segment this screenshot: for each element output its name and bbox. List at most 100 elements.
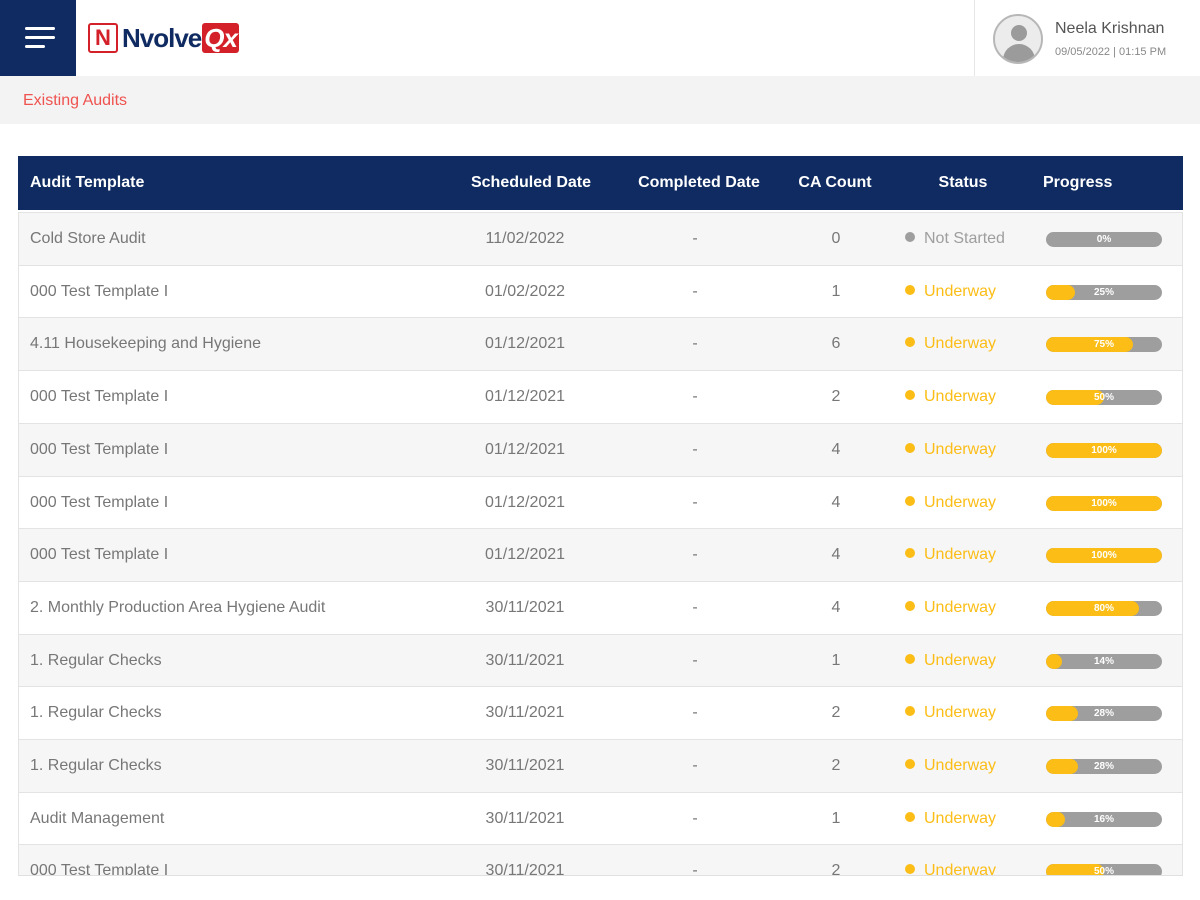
audit-template-cell[interactable]: 000 Test Template I (30, 424, 168, 476)
progress-bar: 0% (1046, 232, 1162, 247)
status-label: Underway (924, 388, 997, 406)
status-label: Underway (924, 862, 997, 876)
audit-template-cell[interactable]: 4.11 Housekeeping and Hygiene (30, 318, 261, 370)
audit-template-cell[interactable]: Cold Store Audit (30, 213, 146, 265)
completed-date-cell: - (692, 651, 698, 669)
progress-label: 100% (1091, 550, 1117, 562)
completed-date-cell: - (692, 598, 698, 616)
status-dot-icon (905, 284, 915, 295)
scheduled-date-cell: 30/11/2021 (485, 704, 565, 722)
status-dot-icon (905, 811, 915, 822)
logo-n-mark: N (88, 23, 118, 53)
progress-bar: 50% (1046, 390, 1162, 406)
ca-count-cell: 4 (831, 546, 841, 564)
status-cell: Underway (905, 687, 996, 739)
col-audit-template[interactable]: Audit Template (30, 156, 144, 210)
status-label: Underway (924, 809, 997, 827)
progress-bar: 50% (1046, 864, 1162, 876)
status-cell: Underway (905, 845, 997, 876)
completed-date-cell: - (692, 230, 698, 247)
table-row[interactable]: 000 Test Template I 01/02/2022 - 1 Underway 2… (18, 264, 1183, 318)
scheduled-date-cell: 30/11/2021 (485, 757, 565, 774)
progress-bar: 100% (1046, 442, 1162, 458)
table-row[interactable]: 1. Regular Checks 30/11/2021 - 2 Underway 28% (18, 686, 1183, 740)
progress-bar: 14% (1046, 653, 1162, 669)
status-label: Underway (924, 282, 997, 300)
top-bar: N Nvolve Qx Neela Krishnan 09/05/2022 | 0… (0, 0, 1200, 76)
table-row[interactable]: 2. Monthly Production Area Hygiene Audit… (18, 580, 1183, 634)
ca-count-cell: 2 (831, 704, 841, 722)
audit-template-cell[interactable]: 000 Test Template I (30, 371, 168, 423)
completed-date-cell: - (692, 862, 698, 876)
audit-template-cell[interactable]: 000 Test Template I (30, 477, 168, 529)
table-row[interactable]: 4.11 Housekeeping and Hygiene 01/12/2021 -… (18, 317, 1183, 371)
table-row[interactable]: Cold Store Audit 11/02/2022 - 0 Not Started 0… (18, 212, 1183, 265)
status-dot-icon (905, 653, 915, 664)
progress-bar: 28% (1046, 759, 1162, 774)
logo-wordmark: Nvolve Qx (122, 22, 239, 54)
status-cell: Underway (905, 793, 996, 845)
status-dot-icon (905, 337, 915, 348)
ca-count-cell: 2 (831, 757, 841, 774)
ca-count-cell: 4 (831, 598, 841, 616)
table-row[interactable]: 000 Test Template I 01/12/2021 - 4 Underway 1… (18, 475, 1183, 529)
table-row[interactable]: Audit Management 30/11/2021 - 1 Underway 16% (18, 791, 1183, 845)
audit-template-cell[interactable]: 000 Test Template I (30, 529, 168, 581)
ca-count-cell: 0 (831, 230, 841, 247)
completed-date-cell: - (692, 546, 698, 564)
audit-template-cell[interactable]: 000 Test Template I (30, 845, 168, 875)
ca-count-cell: 4 (831, 493, 841, 511)
breadcrumb-bar: Existing Audits (0, 76, 1200, 124)
table-row[interactable]: 000 Test Template I 30/11/2021 - 2 Underway 5… (18, 844, 1183, 876)
audit-template-cell[interactable]: Audit Management (30, 793, 164, 845)
col-progress[interactable]: Progress (1043, 156, 1112, 210)
status-label: Underway (924, 546, 997, 564)
breadcrumb[interactable]: Existing Audits (23, 92, 127, 110)
status-cell: Underway (905, 266, 996, 318)
scheduled-date-cell: 01/02/2022 (484, 282, 566, 300)
ca-count-cell: 1 (831, 809, 841, 827)
status-cell: Underway (905, 371, 996, 423)
progress-label: 50% (1093, 866, 1114, 876)
user-datetime: 09/05/2022 | 01:15 PM (1055, 46, 1167, 58)
col-scheduled-date[interactable]: Scheduled Date (454, 156, 608, 210)
audit-template-cell[interactable]: 000 Test Template I (30, 266, 168, 318)
scheduled-date-cell: 01/12/2021 (484, 493, 566, 511)
menu-button[interactable] (0, 0, 76, 76)
status-cell: Underway (905, 477, 996, 529)
user-avatar-icon[interactable] (993, 14, 1043, 64)
table-row[interactable]: 1. Regular Checks 30/11/2021 - 1 Underway 14% (18, 633, 1183, 687)
status-dot-icon (905, 495, 915, 506)
hamburger-icon-line (25, 45, 45, 48)
scheduled-date-cell: 30/11/2021 (485, 862, 565, 876)
scheduled-date-cell: 30/11/2021 (485, 598, 565, 616)
col-ca-count[interactable]: CA Count (785, 156, 885, 210)
audit-template-cell[interactable]: 2. Monthly Production Area Hygiene Audit (30, 582, 325, 634)
col-status[interactable]: Status (913, 156, 1013, 210)
scheduled-date-cell: 01/12/2021 (484, 440, 566, 458)
user-name: Neela Krishnan (1055, 20, 1165, 37)
progress-label: 28% (1093, 708, 1114, 720)
status-cell: Not Started (905, 213, 1005, 265)
status-label: Underway (924, 757, 997, 774)
progress-bar: 100% (1046, 548, 1162, 564)
table-row[interactable]: 000 Test Template I 01/12/2021 - 4 Underway 1… (18, 422, 1183, 476)
app-logo[interactable]: N Nvolve Qx (88, 22, 239, 54)
progress-bar: 25% (1046, 284, 1162, 300)
status-cell: Underway (905, 424, 996, 476)
audit-template-cell[interactable]: 1. Regular Checks (30, 740, 162, 792)
progress-bar: 100% (1046, 495, 1162, 511)
progress-label: 25% (1093, 286, 1114, 298)
audit-template-cell[interactable]: 1. Regular Checks (30, 635, 162, 687)
table-row[interactable]: 000 Test Template I 01/12/2021 - 4 Underway 1… (18, 528, 1183, 582)
hamburger-icon-line (25, 36, 55, 39)
status-cell: Underway (905, 582, 996, 634)
audit-template-cell[interactable]: 1. Regular Checks (30, 687, 162, 739)
table-row[interactable]: 000 Test Template I 01/12/2021 - 2 Underway 5… (18, 370, 1183, 424)
status-cell: Underway (905, 740, 996, 792)
table-row[interactable]: 1. Regular Checks 30/11/2021 - 2 Underway 28% (18, 739, 1183, 792)
status-dot-icon (905, 600, 915, 611)
progress-label: 14% (1093, 655, 1114, 667)
user-profile[interactable]: Neela Krishnan 09/05/2022 | 01:15 PM (974, 0, 1200, 76)
col-completed-date[interactable]: Completed Date (624, 156, 774, 210)
